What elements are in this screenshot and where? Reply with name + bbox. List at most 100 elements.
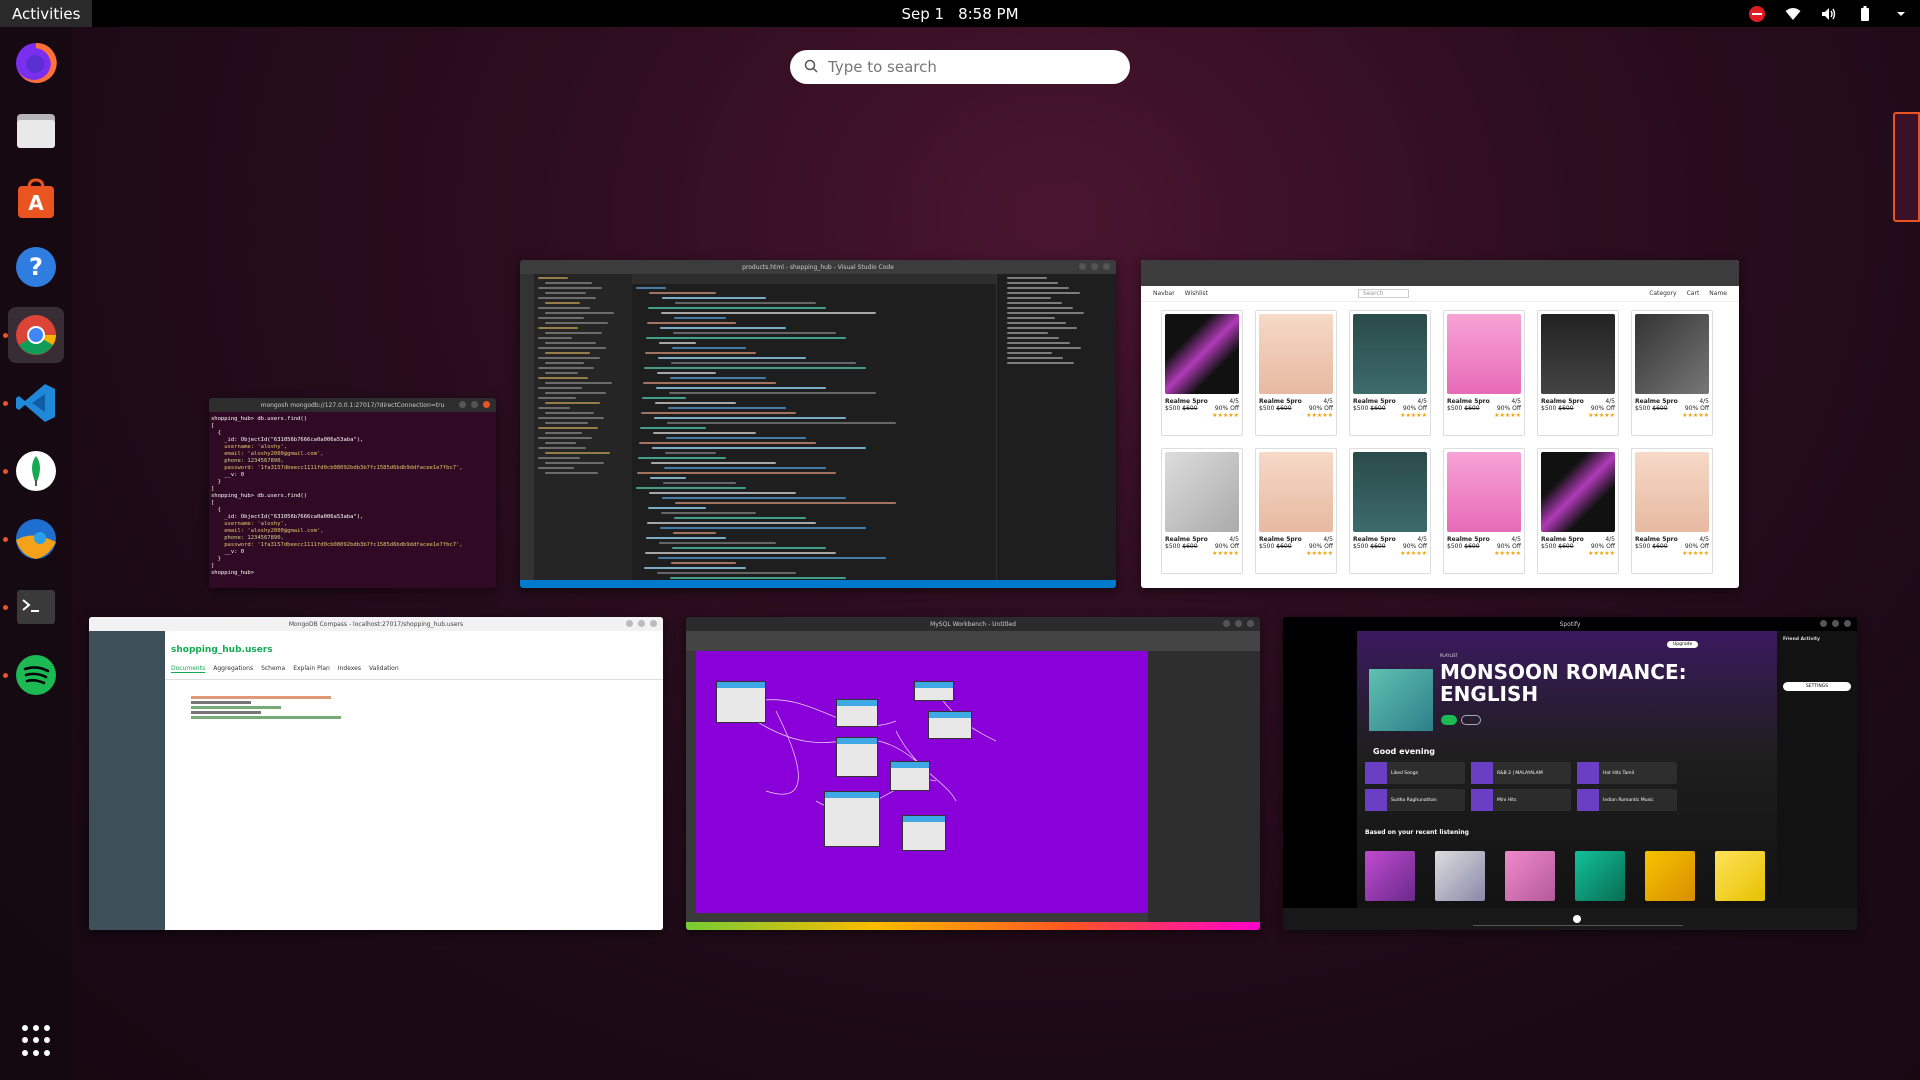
vscode-activity-bar[interactable] <box>520 274 534 580</box>
navbar-search[interactable]: Search <box>1357 289 1409 298</box>
compass-tab[interactable]: Schema <box>261 665 285 673</box>
eer-table[interactable] <box>836 737 878 777</box>
explorer-item[interactable] <box>545 472 598 474</box>
product-card[interactable]: Realme 5pro 4/5 $500 $600 90% Off ★★★★★ <box>1349 448 1431 574</box>
shortcut-tile[interactable]: R&B 2 | MALAYALAM <box>1471 762 1571 784</box>
explorer-item[interactable] <box>545 382 612 384</box>
explorer-item[interactable] <box>545 432 582 434</box>
wifi-icon[interactable] <box>1784 5 1802 23</box>
product-image[interactable] <box>1259 452 1333 532</box>
chrome-tab-bar[interactable] <box>1141 260 1739 286</box>
explorer-item[interactable] <box>538 317 584 319</box>
explorer-item[interactable] <box>545 442 576 444</box>
navbar-brand[interactable]: Navbar <box>1153 290 1175 297</box>
outline-item[interactable] <box>1007 287 1069 289</box>
playlist-cover-image[interactable] <box>1369 669 1433 731</box>
friend-activity-settings-button[interactable]: SETTINGS <box>1783 682 1851 691</box>
explorer-item[interactable] <box>538 397 576 399</box>
shortcut-tile[interactable]: Mini Hits <box>1471 789 1571 811</box>
outline-item[interactable] <box>1007 307 1073 309</box>
outline-item[interactable] <box>1007 327 1077 329</box>
spotify-sidebar[interactable] <box>1283 631 1357 908</box>
product-image[interactable] <box>1635 314 1709 394</box>
upgrade-button[interactable]: Upgrade <box>1667 641 1699 648</box>
product-image[interactable] <box>1635 452 1709 532</box>
explorer-item[interactable] <box>538 457 580 459</box>
shortcut-tile[interactable]: Liked Songs <box>1365 762 1465 784</box>
outline-item[interactable] <box>1007 337 1059 339</box>
product-card[interactable]: Realme 5pro 4/5 $500 $600 90% Off ★★★★★ <box>1537 310 1619 436</box>
play-button[interactable] <box>1441 715 1457 725</box>
outline-item[interactable] <box>1007 322 1066 324</box>
vscode-editor[interactable] <box>632 284 996 588</box>
ubuntu-software-icon[interactable]: A <box>8 171 64 227</box>
eer-table[interactable] <box>914 681 954 701</box>
compass-tab[interactable]: Indexes <box>338 665 361 673</box>
firefox-icon[interactable] <box>8 35 64 91</box>
explorer-item[interactable] <box>538 407 570 409</box>
explorer-item[interactable] <box>545 322 608 324</box>
outline-item[interactable] <box>1007 352 1052 354</box>
help-icon[interactable]: ? <box>8 239 64 295</box>
outline-item[interactable] <box>1007 357 1063 359</box>
spotify-icon[interactable] <box>8 647 64 703</box>
outline-item[interactable] <box>1007 342 1070 344</box>
explorer-item[interactable] <box>538 357 600 359</box>
recent-card-5[interactable] <box>1645 851 1695 901</box>
files-icon[interactable] <box>8 103 64 159</box>
mongodb-compass-icon[interactable] <box>8 443 64 499</box>
outline-item[interactable] <box>1007 302 1062 304</box>
navbar-category[interactable]: Category <box>1649 290 1676 297</box>
eer-diagram-canvas[interactable] <box>696 651 1148 913</box>
terminal-titlebar[interactable]: mongosh mongodb://127.0.0.1:27017/?direc… <box>209 398 496 412</box>
explorer-item[interactable] <box>538 297 596 299</box>
explorer-item[interactable] <box>538 347 606 349</box>
compass-tab[interactable]: Validation <box>369 665 399 673</box>
system-menu-chevron-icon[interactable] <box>1892 5 1910 23</box>
outline-item[interactable] <box>1007 362 1074 364</box>
explorer-item[interactable] <box>538 277 568 279</box>
search-bar[interactable] <box>790 50 1130 84</box>
mysql-workbench-window[interactable]: MySQL Workbench - Untitled <box>686 617 1260 930</box>
product-image[interactable] <box>1353 452 1427 532</box>
show-applications-icon[interactable] <box>22 1025 54 1057</box>
player-play-pause-button[interactable] <box>1573 915 1581 923</box>
explorer-item[interactable] <box>545 352 590 354</box>
terminal-icon[interactable] <box>8 579 64 635</box>
spotify-player-bar[interactable] <box>1283 908 1857 930</box>
do-not-disturb-icon[interactable] <box>1748 5 1766 23</box>
follow-button[interactable] <box>1461 715 1481 725</box>
outline-item[interactable] <box>1007 312 1084 314</box>
explorer-item[interactable] <box>538 427 598 429</box>
workspace-thumbnail[interactable] <box>1893 112 1920 222</box>
vscode-titlebar[interactable]: products.html - shopping_hub - Visual St… <box>520 260 1116 274</box>
product-card[interactable]: Realme 5pro 4/5 $500 $600 90% Off ★★★★★ <box>1161 448 1243 574</box>
explorer-item[interactable] <box>538 337 572 339</box>
explorer-item[interactable] <box>538 447 586 449</box>
product-card[interactable]: Realme 5pro 4/5 $500 $600 90% Off ★★★★★ <box>1631 448 1713 574</box>
product-image[interactable] <box>1447 314 1521 394</box>
product-image[interactable] <box>1353 314 1427 394</box>
mysql-workbench-icon[interactable] <box>8 511 64 567</box>
explorer-item[interactable] <box>545 342 596 344</box>
product-card[interactable]: Realme 5pro 4/5 $500 $600 90% Off ★★★★★ <box>1161 310 1243 436</box>
product-image[interactable] <box>1165 452 1239 532</box>
outline-item[interactable] <box>1007 277 1047 279</box>
chrome-icon[interactable] <box>8 307 64 363</box>
explorer-item[interactable] <box>538 417 604 419</box>
navbar-wishlist[interactable]: Wishlist <box>1185 290 1208 297</box>
eer-table[interactable] <box>928 711 972 739</box>
chrome-shop-window[interactable]: Navbar Wishlist Search Category Cart Nam… <box>1141 260 1739 588</box>
explorer-item[interactable] <box>545 292 586 294</box>
mongodb-compass-window[interactable]: MongoDB Compass - localhost:27017/shoppi… <box>89 617 663 930</box>
explorer-item[interactable] <box>545 332 602 334</box>
eer-table[interactable] <box>890 761 930 791</box>
product-image[interactable] <box>1541 452 1615 532</box>
explorer-item[interactable] <box>545 302 580 304</box>
recent-card-1[interactable] <box>1365 851 1415 901</box>
explorer-item[interactable] <box>545 392 606 394</box>
explorer-item[interactable] <box>538 327 578 329</box>
vscode-explorer[interactable] <box>534 274 632 580</box>
outline-item[interactable] <box>1007 317 1055 319</box>
battery-icon[interactable] <box>1856 5 1874 23</box>
